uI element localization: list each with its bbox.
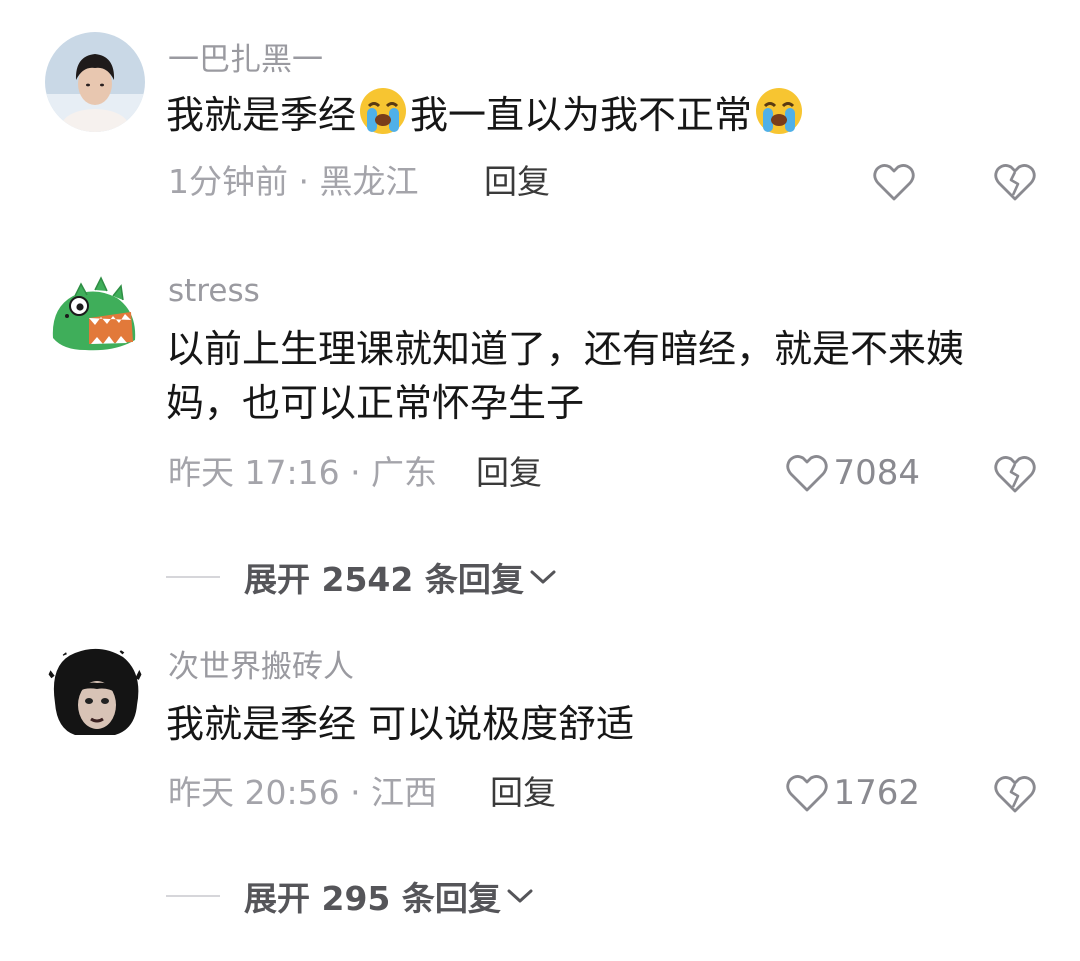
expand-replies-label: 展开 295 条回复 bbox=[244, 879, 501, 918]
loudly-crying-face-icon bbox=[756, 88, 803, 134]
like-button[interactable]: 7084 bbox=[785, 453, 920, 493]
broken-heart-icon bbox=[994, 164, 1036, 201]
chevron-down-icon bbox=[530, 570, 556, 584]
comment-text: 我就是季经 我一直以为我不正常 bbox=[166, 86, 1016, 142]
reply-button[interactable]: 回复 bbox=[476, 456, 542, 489]
avatar[interactable] bbox=[45, 32, 145, 132]
chevron-down-icon bbox=[507, 889, 533, 903]
like-count: 7084 bbox=[833, 453, 920, 493]
comment-username[interactable]: 次世界搬砖人 bbox=[168, 652, 354, 683]
reply-button[interactable]: 回复 bbox=[484, 165, 550, 198]
comment-text: 以前上生理课就知道了，还有暗经，就是不来姨妈，也可以正常怀孕生子 bbox=[166, 327, 965, 425]
heart-outline-icon bbox=[786, 455, 829, 492]
comment-meta: 昨天 17:16 · 广东 bbox=[168, 453, 438, 492]
dislike-button[interactable] bbox=[993, 162, 1037, 202]
avatar[interactable] bbox=[45, 643, 145, 743]
expand-replies-label: 展开 2542 条回复 bbox=[244, 560, 524, 599]
broken-heart-icon bbox=[994, 776, 1036, 813]
reply-button[interactable]: 回复 bbox=[490, 776, 556, 809]
like-button[interactable]: 1762 bbox=[785, 773, 920, 813]
comment-text: 我就是季经 可以说极度舒适 bbox=[166, 702, 635, 746]
comment-meta: 昨天 20:56 · 江西 bbox=[168, 773, 438, 812]
comment-meta: 1分钟前 · 黑龙江 bbox=[168, 162, 419, 201]
avatar[interactable] bbox=[45, 268, 145, 368]
dislike-button[interactable] bbox=[993, 774, 1037, 814]
comment-username[interactable]: stress bbox=[168, 276, 260, 307]
divider-line bbox=[166, 895, 220, 897]
heart-outline-icon bbox=[873, 164, 915, 201]
dislike-button[interactable] bbox=[993, 454, 1037, 494]
comment-username[interactable]: 一巴扎黑一 bbox=[168, 45, 323, 76]
expand-replies-button[interactable]: 展开 295 条回复 bbox=[166, 872, 535, 920]
like-button[interactable] bbox=[872, 162, 920, 202]
loudly-crying-face-icon bbox=[360, 88, 407, 134]
divider-line bbox=[166, 576, 220, 578]
expand-replies-button[interactable]: 展开 2542 条回复 bbox=[166, 553, 558, 601]
broken-heart-icon bbox=[994, 456, 1036, 493]
heart-outline-icon bbox=[786, 775, 829, 812]
like-count: 1762 bbox=[833, 773, 920, 813]
